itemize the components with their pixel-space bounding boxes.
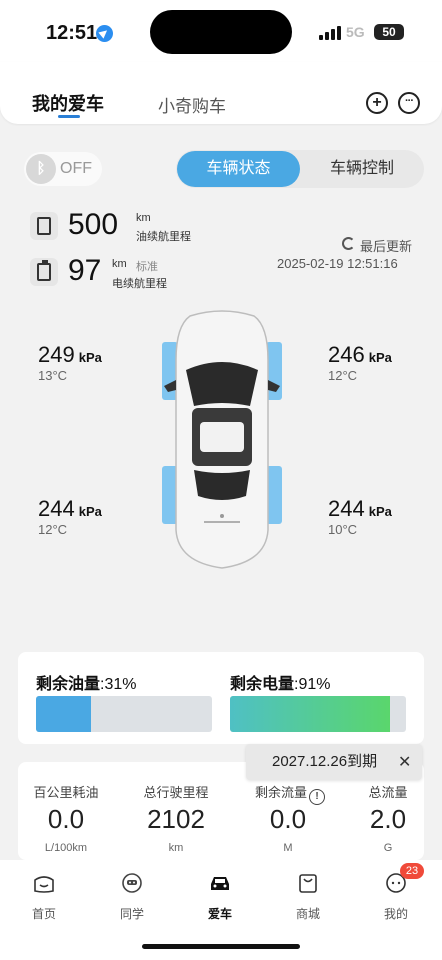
- tire-front-right-pressure: 246 kPa: [328, 342, 392, 367]
- levels-card: 剩余油量:31% 剩余电量:91%: [18, 652, 424, 744]
- segment-vehicle-status[interactable]: 车辆状态: [177, 151, 300, 187]
- last-update-datetime: 2025-02-19 12:51:16: [277, 256, 398, 271]
- shop-icon: [299, 874, 317, 893]
- segment-vehicle-control[interactable]: 车辆控制: [302, 151, 422, 187]
- electric-range-label: 电续航里程: [112, 278, 167, 290]
- tire-front-left-pressure: 249 kPa: [38, 342, 102, 367]
- electric-range-value: 97: [68, 254, 102, 287]
- classmate-icon: [122, 873, 142, 893]
- status-bar: 12:51 5G 50: [0, 0, 442, 62]
- tab-my-car[interactable]: 我的爱车: [32, 90, 104, 116]
- location-arrow-icon: [96, 25, 113, 42]
- info-icon[interactable]: !: [309, 789, 325, 805]
- stat-fuel-consumption-unit: L/100km: [44, 842, 88, 854]
- bluetooth-state: OFF: [60, 160, 92, 177]
- battery-level-label: 剩余电量:91%: [230, 676, 331, 693]
- last-update-label[interactable]: 最后更新: [360, 236, 412, 255]
- stat-total-mileage-unit: km: [168, 842, 184, 854]
- tire-front-left-temp: 13°C: [38, 368, 68, 383]
- tire-rear-left-temp: 12°C: [38, 522, 68, 537]
- stat-total-mileage-label: 总行驶里程: [143, 785, 209, 800]
- stat-total-mileage-value: 2102: [147, 804, 205, 834]
- electric-range-standard: 标准: [136, 261, 158, 273]
- signal-icon: [319, 26, 341, 40]
- bluetooth-icon: ᛒ: [26, 154, 56, 184]
- tire-rear-left-pressure: 244 kPa: [38, 496, 102, 521]
- tire-front-right-temp: 12°C: [328, 368, 358, 383]
- stat-total-data-value: 2.0: [369, 804, 407, 834]
- battery-charge-icon: [30, 258, 58, 286]
- stat-fuel-consumption-value: 0.0: [47, 804, 85, 834]
- car-icon: [211, 877, 229, 890]
- fuel-level-bar: [36, 696, 212, 732]
- top-header: 我的爱车 小奇购车 + ···: [0, 62, 442, 124]
- fuel-level-fill: [36, 696, 91, 732]
- tire-rear-right-temp: 10°C: [328, 522, 358, 537]
- fuel-range-unit: km: [136, 212, 151, 224]
- dynamic-island: [150, 10, 292, 54]
- battery-level-fill: [230, 696, 391, 732]
- home-indicator: [142, 944, 300, 949]
- close-icon[interactable]: ✕: [398, 752, 411, 772]
- nav-my-car[interactable]: 爱车: [190, 872, 250, 922]
- home-icon: [34, 876, 54, 893]
- battery-icon: 50: [374, 24, 404, 40]
- fuel-range-value: 500: [68, 208, 119, 241]
- nav-classmates[interactable]: 同学: [102, 872, 162, 922]
- stat-remaining-data-value: 0.0: [269, 804, 307, 834]
- stat-total-data-unit: G: [383, 842, 393, 854]
- chat-bubble-icon[interactable]: ···: [398, 92, 420, 114]
- nav-profile[interactable]: 我的: [366, 872, 426, 922]
- stat-remaining-data-label: 剩余流量!: [240, 782, 340, 805]
- battery-level-bar: [230, 696, 406, 732]
- bluetooth-toggle[interactable]: ᛒ OFF: [24, 152, 102, 186]
- expiry-tooltip: 2027.12.26到期: [246, 744, 422, 780]
- stat-fuel-consumption-label: 百公里耗油: [33, 785, 99, 800]
- stat-total-data-label: 总流量: [368, 785, 408, 800]
- view-segment-control: 车辆状态 车辆控制: [176, 150, 424, 188]
- fuel-level-label: 剩余油量:31%: [36, 676, 137, 693]
- plus-circle-icon[interactable]: +: [366, 92, 388, 114]
- status-time: 12:51: [46, 22, 98, 44]
- fuel-pump-icon: [30, 212, 58, 240]
- electric-range-unit: km: [112, 258, 127, 270]
- notification-badge: 23: [400, 863, 424, 879]
- nav-home[interactable]: 首页: [14, 872, 74, 922]
- car-top-view-image: [162, 310, 282, 569]
- stat-remaining-data-unit: M: [283, 842, 293, 854]
- fuel-range-label: 油续航里程: [136, 231, 191, 243]
- tab-buy-car[interactable]: 小奇购车: [158, 92, 226, 117]
- active-tab-indicator: [58, 115, 80, 118]
- network-type: 5G: [346, 24, 365, 40]
- refresh-icon[interactable]: [342, 237, 355, 250]
- nav-shop[interactable]: 商城: [278, 872, 338, 922]
- tire-rear-right-pressure: 244 kPa: [328, 496, 392, 521]
